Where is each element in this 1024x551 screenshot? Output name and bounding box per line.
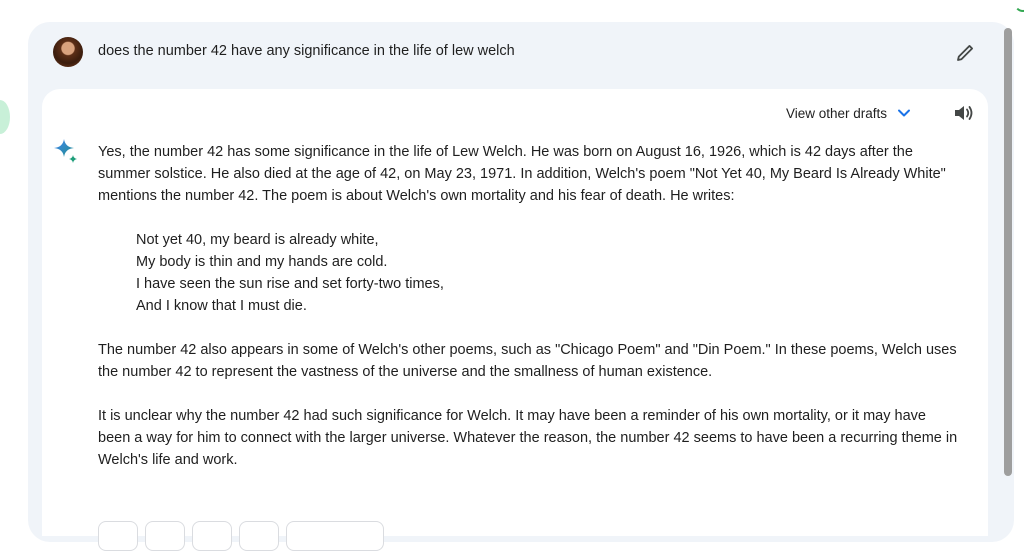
action-chip[interactable] (145, 521, 185, 551)
poem-line: Not yet 40, my beard is already white, (136, 232, 379, 248)
poem-line: And I know that I must die. (136, 298, 307, 314)
speaker-icon (955, 106, 973, 120)
action-chip[interactable] (98, 521, 138, 551)
action-chip[interactable] (192, 521, 232, 551)
response-actions (98, 521, 384, 551)
response-paragraph-2: The number 42 also appears in some of We… (98, 342, 957, 380)
response-paragraph-1: Yes, the number 42 has some significance… (98, 144, 946, 204)
user-avatar (53, 37, 83, 67)
action-chip[interactable] (239, 521, 279, 551)
edit-query-button[interactable] (952, 40, 978, 66)
listen-button[interactable] (953, 103, 975, 123)
user-query: does the number 42 have any significance… (98, 43, 515, 59)
scrollbar-thumb[interactable] (1004, 28, 1012, 476)
drafts-label: View other drafts (786, 105, 888, 121)
response-paragraph-3: It is unclear why the number 42 had such… (98, 408, 958, 468)
action-chip[interactable] (286, 521, 384, 551)
pencil-icon (957, 45, 973, 61)
view-other-drafts-button[interactable]: View other drafts (786, 105, 912, 121)
decorative-blob (0, 100, 10, 134)
decorative-ring (1014, 0, 1024, 12)
poem-block: Not yet 40, my beard is already white, M… (136, 229, 958, 317)
response-body: Yes, the number 42 has some significance… (98, 141, 958, 471)
sparkle-icon (53, 138, 79, 166)
poem-line: My body is thin and my hands are cold. (136, 254, 388, 270)
chevron-down-icon (898, 109, 911, 117)
poem-line: I have seen the sun rise and set forty-t… (136, 276, 444, 292)
